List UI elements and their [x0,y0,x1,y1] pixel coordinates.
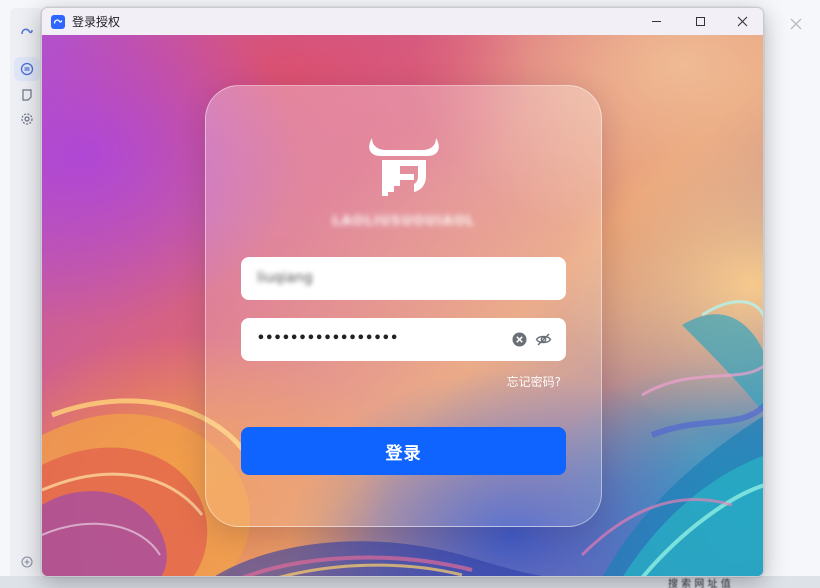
maximize-icon [695,17,705,26]
background-add-icon[interactable] [14,550,40,574]
close-icon [737,16,747,27]
background-settings-icon[interactable] [14,107,40,131]
maximize-button[interactable] [678,8,722,35]
minimize-button[interactable] [634,8,678,35]
brand-name: LAOLIUSUOUIAOL [332,214,475,229]
eye-off-icon[interactable] [535,331,552,348]
background-note-icon[interactable] [14,83,40,107]
password-input[interactable]: ••••••••••••••••• [241,318,566,361]
background-close-icon[interactable] [788,16,804,32]
close-button[interactable] [720,8,763,35]
window-title: 登录授权 [72,15,121,29]
password-value: ••••••••••••••••• [257,331,399,346]
forgot-password-link[interactable]: 忘记密码? [507,373,561,390]
username-input[interactable] [241,257,566,300]
background-home-icon[interactable] [14,57,40,81]
login-background: LAOLIUSUOUIAOL liuqiang ••••••••••••••••… [42,35,763,576]
app-logo-icon [51,14,65,29]
bull-logo-icon [369,138,439,196]
background-logo-icon [14,20,40,44]
title-bar[interactable]: 登录授权 [42,8,763,35]
login-dialog-window: 登录授权 LAOLIUSUOUIAOL liuqiang •••••••••••… [41,7,764,577]
login-button[interactable]: 登录 [241,427,566,475]
login-card: LAOLIUSUOUIAOL liuqiang ••••••••••••••••… [205,85,602,527]
minimize-icon [651,21,661,22]
clear-icon[interactable] [512,332,527,347]
